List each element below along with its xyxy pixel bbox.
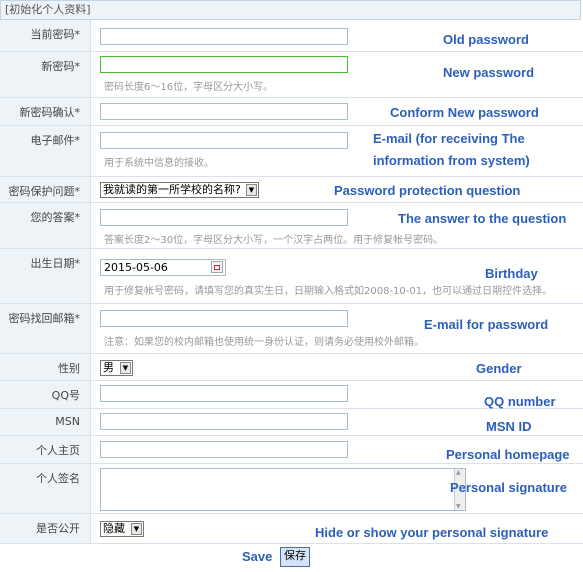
email-label: 电子邮件* (0, 126, 91, 176)
row-old-password: 当前密码* Old password (0, 20, 583, 52)
birthday-label: 出生日期* (0, 249, 91, 303)
msn-input[interactable] (100, 413, 348, 430)
qq-annotation: QQ number (484, 394, 556, 409)
signature-annotation: Personal signature (450, 480, 568, 495)
answer-input[interactable] (100, 209, 348, 226)
signature-label: 个人签名 (0, 464, 91, 513)
birthday-value: 2015-05-06 (104, 261, 168, 274)
new-password-annotation: New password (443, 65, 535, 80)
security-question-annotation: Password protection question (334, 183, 521, 198)
new-password-hint: 密码长度6～16位，字母区分大小写。 (104, 82, 274, 93)
security-question-value: 我就读的第一所学校的名称? (103, 183, 241, 196)
recovery-email-hint: 注意：如果您的校内邮箱也使用统一身份认证，则请务必使用校外邮箱。 (104, 337, 424, 348)
gender-label: 性别 (0, 354, 91, 380)
email-input[interactable] (100, 132, 348, 149)
answer-annotation: The answer to the question (398, 211, 567, 226)
calendar-icon[interactable] (211, 261, 223, 273)
qq-input[interactable] (100, 385, 348, 402)
save-button[interactable]: 保存 (280, 547, 310, 567)
qq-label: QQ号 (0, 381, 91, 408)
row-confirm-password: 新密码确认* Conform New password (0, 98, 583, 126)
row-security-question: 密码保护问题* 我就读的第一所学校的名称? ▼ Password protect… (0, 177, 583, 203)
row-homepage: 个人主页 Personal homepage (0, 436, 583, 464)
row-birthday: 出生日期* 2015-05-06 用于修复帐号密码，请填写您的真实生日，日期输入… (0, 249, 583, 304)
homepage-input[interactable] (100, 441, 348, 458)
msn-label: MSN (0, 409, 91, 435)
row-signature: 个人签名 Personal signature (0, 464, 583, 514)
old-password-input[interactable] (100, 28, 348, 45)
public-annotation: Hide or show your personal signature (315, 525, 549, 540)
public-label: 是否公开 (0, 514, 91, 543)
msn-annotation: MSN ID (486, 419, 532, 434)
save-annotation: Save (242, 549, 273, 564)
row-email: 电子邮件* 用于系统中信息的接收。 E-mail (for receiving … (0, 126, 583, 177)
security-question-label: 密码保护问题* (0, 177, 91, 202)
chevron-down-icon[interactable]: ▼ (246, 184, 257, 196)
confirm-password-input[interactable] (100, 103, 348, 120)
row-msn: MSN MSN ID (0, 409, 583, 436)
birthday-hint: 用于修复帐号密码，请填写您的真实生日，日期输入格式如2008-10-01，也可以… (104, 286, 553, 297)
row-new-password: 新密码* 密码长度6～16位，字母区分大小写。 New password (0, 52, 583, 98)
new-password-input[interactable] (100, 56, 348, 73)
row-answer: 您的答案* 答案长度2～30位，字母区分大小写，一个汉字占两位。用于修复帐号密码… (0, 203, 583, 249)
confirm-password-label: 新密码确认* (0, 98, 91, 125)
email-annotation-line2: information from system) (373, 153, 530, 168)
public-value: 隐藏 (103, 522, 125, 535)
answer-hint: 答案长度2～30位，字母区分大小写，一个汉字占两位。用于修复帐号密码。 (104, 235, 444, 246)
confirm-password-annotation: Conform New password (390, 105, 539, 120)
security-question-select[interactable]: 我就读的第一所学校的名称? ▼ (100, 182, 259, 198)
gender-value: 男 (103, 361, 114, 374)
birthday-annotation: Birthday (485, 266, 538, 281)
recovery-email-label: 密码找回邮箱* (0, 304, 91, 353)
row-public: 是否公开 隐藏 ▼ Hide or show your personal sig… (0, 514, 583, 544)
recovery-email-input[interactable] (100, 310, 348, 327)
homepage-annotation: Personal homepage (446, 447, 570, 462)
signature-textarea[interactable] (100, 468, 466, 511)
row-qq: QQ号 QQ number (0, 381, 583, 409)
new-password-label: 新密码* (0, 52, 91, 97)
chevron-down-icon[interactable]: ▼ (131, 523, 142, 535)
homepage-label: 个人主页 (0, 436, 91, 463)
row-gender: 性别 男 ▼ Gender (0, 354, 583, 381)
row-recovery-email: 密码找回邮箱* 注意：如果您的校内邮箱也使用统一身份认证，则请务必使用校外邮箱。… (0, 304, 583, 354)
recovery-email-annotation: E-mail for password (424, 317, 549, 332)
birthday-input[interactable]: 2015-05-06 (100, 259, 226, 276)
gender-annotation: Gender (476, 361, 522, 376)
public-select[interactable]: 隐藏 ▼ (100, 521, 144, 537)
email-hint: 用于系统中信息的接收。 (104, 158, 214, 169)
chevron-down-icon[interactable]: ▼ (120, 362, 131, 374)
answer-label: 您的答案* (0, 203, 91, 248)
old-password-label: 当前密码* (0, 20, 91, 51)
gender-select[interactable]: 男 ▼ (100, 360, 133, 376)
email-annotation-line1: E-mail (for receiving The (373, 131, 525, 146)
old-password-annotation: Old password (443, 32, 529, 47)
form-header: [初始化个人资料] (0, 0, 581, 20)
